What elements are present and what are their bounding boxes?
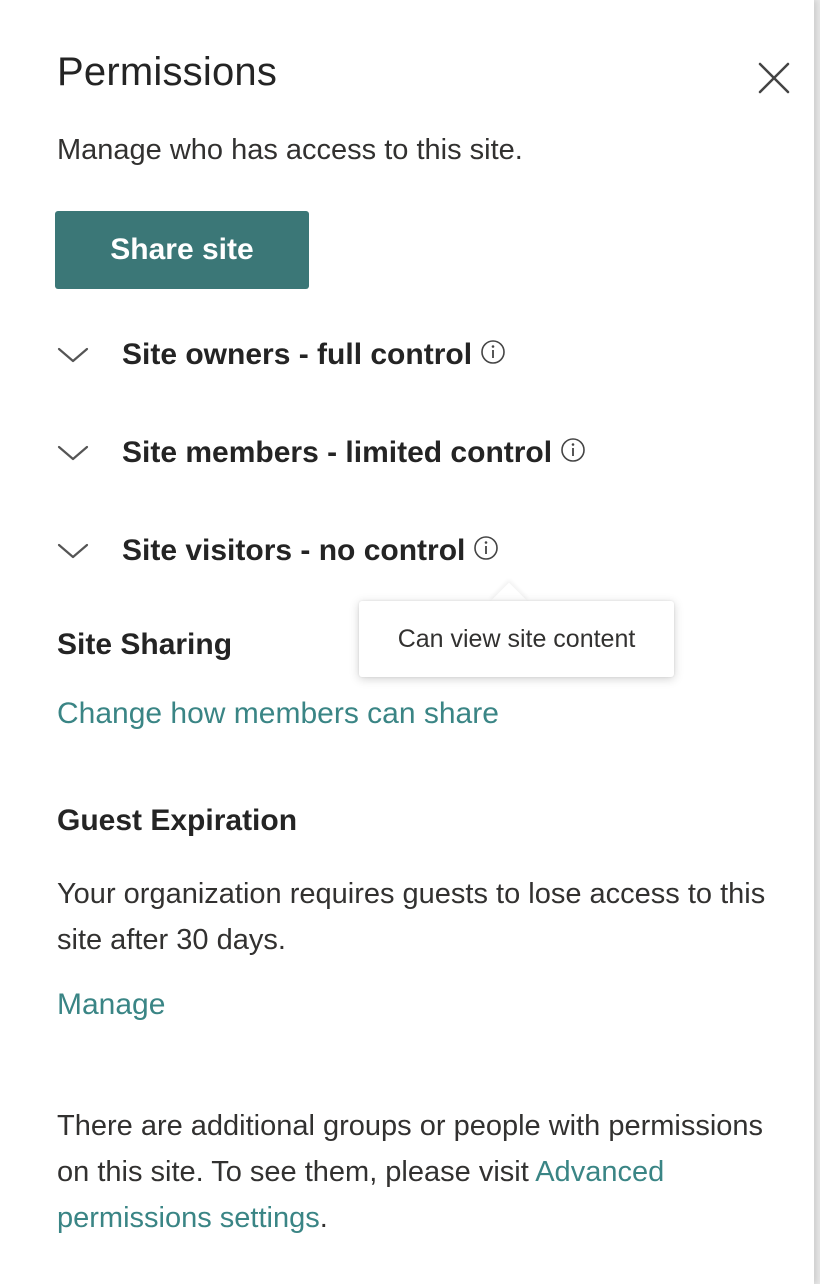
group-site-owners[interactable]: Site owners - full control	[55, 330, 506, 380]
panel-subtitle: Manage who has access to this site.	[57, 134, 523, 166]
group-label: Site owners - full control	[122, 338, 473, 371]
group-label: Site visitors - no control	[122, 534, 466, 567]
info-icon[interactable]	[480, 339, 506, 365]
info-icon[interactable]	[560, 437, 586, 463]
permissions-panel: Permissions Manage who has access to thi…	[0, 0, 814, 1284]
info-icon[interactable]	[473, 535, 499, 561]
close-button[interactable]	[752, 56, 796, 100]
info-tooltip: Can view site content	[359, 601, 674, 677]
manage-link[interactable]: Manage	[57, 988, 165, 1022]
additional-text-end: .	[319, 1202, 328, 1234]
group-site-visitors[interactable]: Site visitors - no control	[55, 526, 499, 576]
panel-title: Permissions	[57, 50, 278, 94]
change-sharing-link[interactable]: Change how members can share	[57, 697, 499, 731]
chevron-down-icon[interactable]	[55, 340, 91, 370]
close-icon	[758, 62, 790, 94]
site-sharing-heading: Site Sharing	[57, 628, 233, 661]
group-label: Site members - limited control	[122, 436, 553, 469]
share-site-button[interactable]: Share site	[55, 211, 309, 289]
group-site-members[interactable]: Site members - limited control	[55, 428, 586, 478]
guest-expiration-heading: Guest Expiration	[57, 804, 298, 837]
guest-expiration-description: Your organization requires guests to los…	[57, 878, 766, 956]
chevron-down-icon[interactable]	[55, 536, 91, 566]
chevron-down-icon[interactable]	[55, 438, 91, 468]
additional-permissions-note: There are additional groups or people wi…	[57, 1103, 777, 1241]
